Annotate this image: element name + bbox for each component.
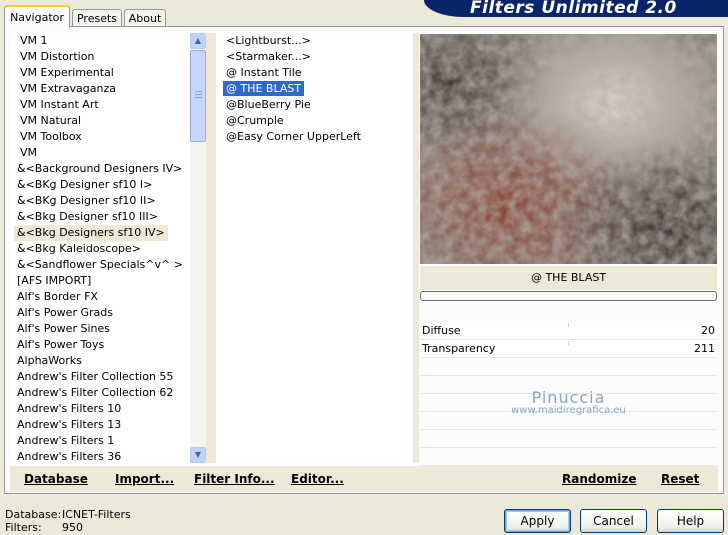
param-row-transparency[interactable]: Transparency 211 [420,340,717,358]
filter-item[interactable]: @ Instant Tile [223,65,305,80]
param-name: Transparency [422,342,496,355]
param-value: 211 [694,342,715,355]
category-item[interactable]: Andrew's Filters 13 [14,417,124,433]
category-scrollbar[interactable]: ▲ ▼ [190,33,206,463]
reset-button[interactable]: Reset [661,472,699,486]
category-item[interactable]: Alf's Power Sines [14,321,113,337]
category-item[interactable]: Andrew's Filters 1 [14,433,117,449]
param-row-empty [420,448,717,466]
scroll-thumb[interactable] [190,50,206,142]
category-item[interactable]: Andrew's Filters 36 [14,449,124,463]
category-item[interactable]: AlphaWorks [14,353,85,369]
category-item[interactable]: VM Experimental [17,65,117,81]
category-item[interactable]: VM 1 [17,33,51,49]
category-item[interactable]: Alf's Power Grads [14,305,116,321]
scroll-grip-icon [195,91,202,92]
filter-item[interactable]: @ THE BLAST [223,81,305,96]
category-item[interactable]: &<Sandflower Specials^v^ > [14,257,186,273]
apply-button[interactable]: Apply [504,509,571,533]
filters-label: Filters: [5,521,42,534]
category-item[interactable]: &<Background Designers IV> [14,161,185,177]
navigator-toolbar: Database Import... Filter Info... Editor… [10,466,718,492]
filter-item[interactable]: <Starmaker...> [223,49,314,64]
scroll-grip-icon [195,97,202,98]
category-item[interactable]: Alf's Power Toys [14,337,107,353]
filter-info-button[interactable]: Filter Info... [194,472,275,486]
category-item[interactable]: &<Bkg Designer sf10 III> [14,209,161,225]
param-row-diffuse[interactable]: Diffuse 20 [420,322,717,340]
slider-tick [568,323,569,327]
category-item[interactable]: &<BKg Designer sf10 I> [14,177,155,193]
category-item[interactable]: VM Extravaganza [17,81,119,97]
preview-divider [413,33,419,463]
database-label: Database: [5,508,62,521]
category-item[interactable]: Andrew's Filter Collection 62 [14,385,176,401]
filter-item[interactable]: @Crumple [223,113,287,128]
category-item[interactable]: Andrew's Filter Collection 55 [14,369,176,385]
chevron-down-icon: ▼ [194,450,202,459]
app-banner-title: Filters Unlimited 2.0 [424,0,728,17]
category-item[interactable]: VM Instant Art [17,97,102,113]
import-button[interactable]: Import... [115,472,174,486]
category-item[interactable]: &<Bkg Kaleidoscope> [14,241,144,257]
help-button[interactable]: Help [657,509,724,533]
scroll-down-button[interactable]: ▼ [190,447,206,463]
scroll-up-button[interactable]: ▲ [190,33,206,49]
category-item[interactable]: &<BKg Designer sf10 II> [14,193,159,209]
preview-filter-name: @ THE BLAST [420,266,717,290]
cancel-button[interactable]: Cancel [580,509,647,533]
watermark: Pinuccia www.maidiregrafica.eu [420,388,717,416]
list-divider [206,33,216,463]
database-button[interactable]: Database [24,472,88,486]
database-value: ICNET-Filters [62,508,131,521]
filters-count: 950 [62,521,83,534]
editor-button[interactable]: Editor... [291,472,344,486]
filter-list[interactable]: <Lightburst...> <Starmaker...> @ Instant T… [216,33,412,463]
category-item[interactable]: VM Distortion [17,49,97,65]
param-value: 20 [701,324,715,337]
filter-preview-image [420,34,717,264]
param-row-empty [420,358,717,376]
category-item[interactable]: Alf's Border FX [14,289,101,305]
category-item[interactable]: VM [17,145,40,161]
category-item[interactable]: [AFS IMPORT] [14,273,94,289]
scroll-grip-icon [195,94,202,95]
category-item[interactable]: VM Natural [17,113,84,129]
filter-item[interactable]: @BlueBerry Pie [223,97,314,112]
watermark-url: www.maidiregrafica.eu [511,405,626,416]
category-item[interactable]: &<Bkg Designers sf10 IV> [14,225,168,241]
param-row-empty [420,430,717,448]
render-progress-bar [420,291,717,301]
category-list[interactable]: VM 1 VM Distortion VM Experimental VM Extra… [10,33,206,463]
tab-navigator[interactable]: Navigator [4,5,70,28]
param-name: Diffuse [422,324,461,337]
randomize-button[interactable]: Randomize [562,472,636,486]
filter-item[interactable]: @Easy Corner UpperLeft [223,129,364,144]
blast-texture-image [420,34,717,264]
filter-item[interactable]: <Lightburst...> [223,33,314,48]
chevron-up-icon: ▲ [194,36,202,45]
category-item[interactable]: Andrew's Filters 10 [14,401,124,417]
slider-tick [568,341,569,345]
category-item[interactable]: VM Toolbox [17,129,85,145]
status-info: Database:ICNET-Filters Filters: 950 [5,508,131,534]
